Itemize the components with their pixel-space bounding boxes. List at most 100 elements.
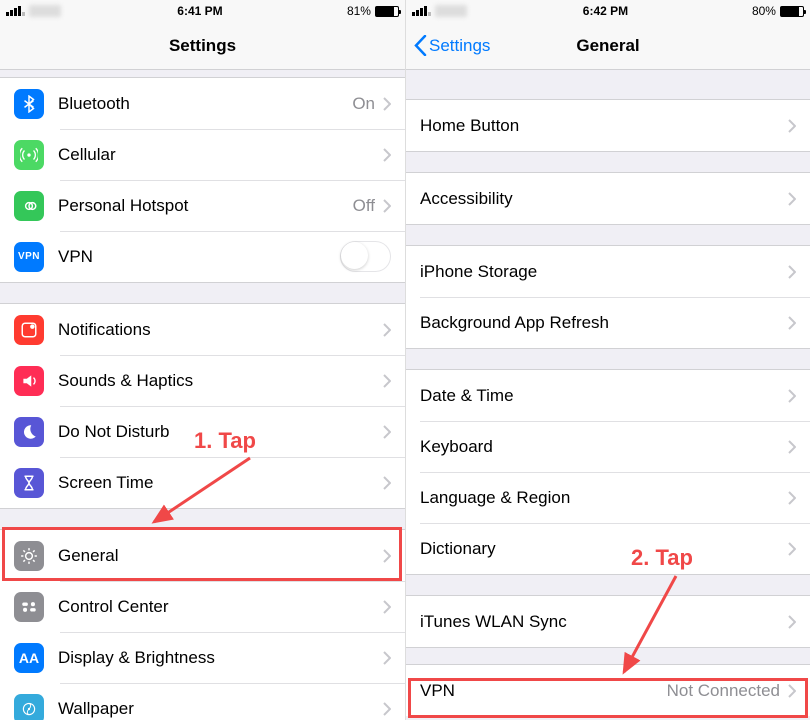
chevron-right-icon — [788, 440, 796, 454]
battery-pct: 80% — [752, 4, 776, 18]
back-label: Settings — [429, 36, 490, 56]
page-title: Settings — [169, 36, 236, 56]
bluetooth-icon — [14, 89, 44, 119]
general-icon — [14, 541, 44, 571]
row-sounds[interactable]: Sounds & Haptics — [0, 355, 405, 406]
row-storage[interactable]: iPhone Storage — [406, 246, 810, 297]
general-screen: 6:42 PM 80% Settings General Home Button… — [405, 0, 810, 720]
row-label: iPhone Storage — [420, 262, 788, 282]
row-value: Off — [353, 196, 375, 216]
row-label: Control Center — [58, 597, 383, 617]
row-general[interactable]: General — [0, 530, 405, 581]
battery-pct: 81% — [347, 4, 371, 18]
settings-screen: 6:41 PM 81% Settings Bluetooth On Cellul… — [0, 0, 405, 720]
row-homebutton[interactable]: Home Button — [406, 100, 810, 151]
wallpaper-icon — [14, 694, 44, 720]
chevron-right-icon — [383, 374, 391, 388]
row-label: Home Button — [420, 116, 788, 136]
row-display[interactable]: AA Display & Brightness — [0, 632, 405, 683]
battery-icon — [375, 6, 399, 17]
chevron-right-icon — [788, 684, 796, 698]
row-itunes[interactable]: iTunes WLAN Sync — [406, 596, 810, 647]
vpn-toggle[interactable] — [340, 241, 391, 272]
row-notifications[interactable]: Notifications — [0, 304, 405, 355]
controlcenter-icon — [14, 592, 44, 622]
row-label: iTunes WLAN Sync — [420, 612, 788, 632]
row-cellular[interactable]: Cellular — [0, 129, 405, 180]
group-separator — [406, 224, 810, 246]
row-label: Accessibility — [420, 189, 788, 209]
group-separator — [0, 70, 405, 78]
nav-header: Settings General — [406, 22, 810, 70]
row-keyboard[interactable]: Keyboard — [406, 421, 810, 472]
group-separator — [406, 574, 810, 596]
chevron-right-icon — [788, 316, 796, 330]
row-vpn[interactable]: VPN VPN — [0, 231, 405, 282]
row-controlcenter[interactable]: Control Center — [0, 581, 405, 632]
chevron-right-icon — [383, 148, 391, 162]
row-bgrefresh[interactable]: Background App Refresh — [406, 297, 810, 348]
row-label: Date & Time — [420, 386, 788, 406]
row-label: General — [58, 546, 383, 566]
row-dnd[interactable]: Do Not Disturb — [0, 406, 405, 457]
chevron-right-icon — [788, 542, 796, 556]
dnd-icon — [14, 417, 44, 447]
row-label: Keyboard — [420, 437, 788, 457]
row-datetime[interactable]: Date & Time — [406, 370, 810, 421]
row-label: Cellular — [58, 145, 383, 165]
row-bluetooth[interactable]: Bluetooth On — [0, 78, 405, 129]
row-dictionary[interactable]: Dictionary — [406, 523, 810, 574]
status-bar: 6:41 PM 81% — [0, 0, 405, 22]
chevron-right-icon — [788, 119, 796, 133]
row-language[interactable]: Language & Region — [406, 472, 810, 523]
row-value: Not Connected — [667, 681, 780, 701]
group-separator — [0, 282, 405, 304]
signal-icon — [412, 6, 431, 16]
chevron-right-icon — [788, 389, 796, 403]
group-separator — [406, 348, 810, 370]
chevron-right-icon — [383, 600, 391, 614]
chevron-right-icon — [788, 615, 796, 629]
general-list[interactable]: Home Button Accessibility iPhone Storage… — [406, 70, 810, 720]
row-label: VPN — [58, 247, 340, 267]
row-label: Personal Hotspot — [58, 196, 353, 216]
row-hotspot[interactable]: Personal Hotspot Off — [0, 180, 405, 231]
row-label: Sounds & Haptics — [58, 371, 383, 391]
row-value: On — [352, 94, 375, 114]
sounds-icon — [14, 366, 44, 396]
row-vpn[interactable]: VPN Not Connected — [406, 665, 810, 716]
carrier-blur — [29, 5, 61, 17]
chevron-right-icon — [383, 549, 391, 563]
hotspot-icon — [14, 191, 44, 221]
chevron-right-icon — [383, 199, 391, 213]
row-label: Wallpaper — [58, 699, 383, 719]
status-time: 6:42 PM — [583, 4, 628, 18]
chevron-right-icon — [788, 265, 796, 279]
battery-icon — [780, 6, 804, 17]
chevron-right-icon — [788, 192, 796, 206]
settings-list[interactable]: Bluetooth On Cellular Personal Hotspot O… — [0, 70, 405, 720]
row-label: Dictionary — [420, 539, 788, 559]
notifications-icon — [14, 315, 44, 345]
chevron-right-icon — [383, 651, 391, 665]
group-separator — [406, 647, 810, 665]
back-button[interactable]: Settings — [414, 35, 490, 56]
row-label: VPN — [420, 681, 667, 701]
row-label: Bluetooth — [58, 94, 352, 114]
status-time: 6:41 PM — [177, 4, 222, 18]
signal-icon — [6, 6, 25, 16]
row-accessibility[interactable]: Accessibility — [406, 173, 810, 224]
row-label: Language & Region — [420, 488, 788, 508]
status-bar: 6:42 PM 80% — [406, 0, 810, 22]
chevron-right-icon — [383, 476, 391, 490]
row-wallpaper[interactable]: Wallpaper — [0, 683, 405, 720]
screentime-icon — [14, 468, 44, 498]
row-label: Background App Refresh — [420, 313, 788, 333]
chevron-right-icon — [383, 425, 391, 439]
page-title: General — [576, 36, 639, 56]
chevron-right-icon — [788, 491, 796, 505]
group-separator — [406, 70, 810, 100]
row-screentime[interactable]: Screen Time — [0, 457, 405, 508]
display-icon: AA — [14, 643, 44, 673]
row-label: Do Not Disturb — [58, 422, 383, 442]
